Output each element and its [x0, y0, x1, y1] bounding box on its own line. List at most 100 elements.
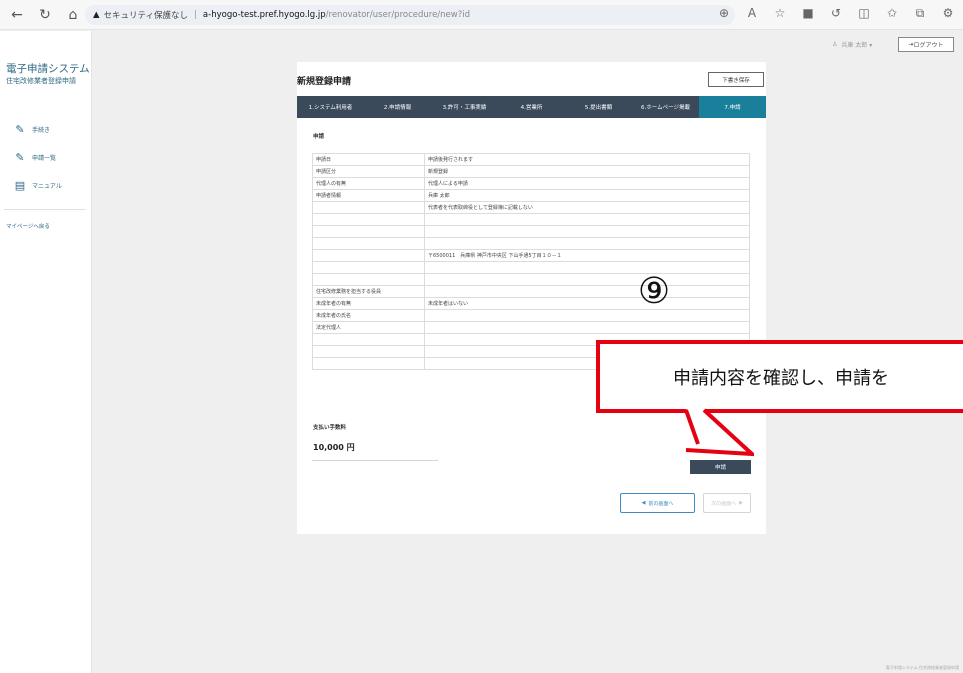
table-row [312, 237, 750, 250]
row-value [424, 273, 750, 286]
extension-icon[interactable]: ■ [801, 6, 815, 21]
table-row: 住宅改修業務を担当する役員 [312, 285, 750, 298]
document-edit-icon: ✎ [15, 123, 25, 136]
sidebar-item-procedure[interactable]: ✎ 手続き [14, 123, 50, 136]
row-label [312, 261, 425, 274]
user-icon: ♙ [832, 41, 838, 48]
row-label [312, 237, 425, 250]
zoom-icon[interactable]: ⊕ [717, 6, 731, 21]
row-value [424, 261, 750, 274]
fee-label: 支払い手数料 [313, 425, 347, 431]
row-label: 法定代理人 [312, 321, 425, 334]
address-bar[interactable]: ▲ セキュリティ保護なし | a-hyogo-test.pref.hyogo.l… [85, 5, 735, 25]
row-label [312, 333, 425, 346]
row-value [424, 213, 750, 226]
table-row: 代理人の有無 代理人による申請 [312, 177, 750, 190]
table-row: 〒6500011 兵庫県 神戸市中央区 下山手通5丁目１０－１ [312, 249, 750, 262]
row-label: 申請日 [312, 153, 425, 166]
browser-icons: ⊕ A ☆ ■ ↺ ◫ ✩ ⧉ ⚙ [717, 6, 955, 21]
row-value: 代表者を代表取締役として登録簿に記載しない [424, 201, 750, 214]
step-tab[interactable]: 2.申請情報 [364, 96, 431, 118]
row-label: 未成年者の氏名 [312, 309, 425, 322]
row-value [424, 309, 750, 322]
row-label [312, 201, 425, 214]
apply-button[interactable]: 申請 [690, 460, 751, 474]
section-label: 申請 [313, 134, 325, 140]
table-row [312, 213, 750, 226]
row-value [424, 225, 750, 238]
row-value: 新規登録 [424, 165, 750, 178]
url-host: a-hyogo-test.pref.hyogo.lg.jp [202, 10, 326, 20]
prev-screen-button[interactable]: ◀ 前の画面へ [620, 493, 695, 513]
sidebar: 電子申請システム 住宅改修業者登録申請 ✎ 手続き ✎ 申請一覧 ▤ マニュアル… [0, 31, 92, 673]
home-icon[interactable]: ⌂ [62, 4, 84, 26]
brand-subtitle: 住宅改修業者登録申請 [6, 77, 76, 85]
split-screen-icon[interactable]: ◫ [857, 6, 871, 21]
row-value [424, 237, 750, 250]
manual-book-icon: ▤ [14, 179, 26, 192]
sidebar-item-application-list[interactable]: ✎ 申請一覧 [14, 151, 56, 164]
list-document-icon: ✎ [15, 151, 25, 164]
collections-icon[interactable]: ⧉ [913, 6, 927, 21]
arrow-right-icon: ▶ [739, 500, 743, 506]
mypage-link[interactable]: マイページへ戻る [6, 222, 50, 230]
annotation-callout: 申請内容を確認し、申請を [596, 340, 963, 413]
sidebar-item-label: 申請一覧 [32, 155, 57, 162]
step-tab[interactable]: 1.システム利用者 [297, 96, 364, 118]
step-tab[interactable]: 6.ホームページ掲載 [632, 96, 699, 118]
row-label: 申請区分 [312, 165, 425, 178]
step-tab[interactable]: 4.営業所 [498, 96, 565, 118]
row-label [312, 345, 425, 358]
next-screen-button[interactable]: 次の画面へ ▶ [703, 493, 751, 513]
row-label: 未成年者の有無 [312, 297, 425, 310]
security-label: セキュリティ保護なし [103, 11, 189, 21]
back-arrow-icon[interactable]: ← [6, 4, 28, 26]
table-row [312, 261, 750, 274]
step-tabs: 1.システム利用者 2.申請情報 3.許可・工事実績 4.営業所 5.提出書類 6.ホーム… [297, 96, 766, 118]
fee-divider [312, 460, 438, 461]
row-value [424, 285, 750, 298]
callout-pointer [682, 408, 754, 457]
warning-icon: ▲ [93, 10, 100, 20]
favorites-icon[interactable]: ✩ [885, 6, 899, 21]
row-value [424, 321, 750, 334]
sidebar-divider [4, 209, 86, 210]
save-draft-button[interactable]: 下書き保存 [708, 72, 764, 87]
reload-icon[interactable]: ↻ [34, 4, 56, 26]
step-tab[interactable]: 7.申請 [699, 96, 766, 118]
sidebar-item-manual[interactable]: ▤ マニュアル [14, 179, 62, 192]
application-panel: 新規登録申請 下書き保存 1.システム利用者 2.申請情報 3.許可・工事実績 4.営… [297, 62, 766, 534]
table-row [312, 225, 750, 238]
step-tab[interactable]: 5.提出書類 [565, 96, 632, 118]
user-menu[interactable]: ♙ 兵庫 太郎 ▾ [832, 40, 872, 49]
row-label [312, 273, 425, 286]
table-row: 申請日 申請後発行されます [312, 153, 750, 166]
refresh-extension-icon[interactable]: ↺ [829, 6, 843, 21]
logout-button[interactable]: ⇥ ログアウト [898, 37, 954, 52]
table-row: 代表者を代表取締役として登録簿に記載しない [312, 201, 750, 214]
row-value: 〒6500011 兵庫県 神戸市中央区 下山手通5丁目１０－１ [424, 249, 750, 262]
table-row [312, 273, 750, 286]
next-screen-label: 次の画面へ [711, 500, 737, 507]
page-title: 新規登録申請 [297, 77, 352, 87]
table-row: 申請区分 新規登録 [312, 165, 750, 178]
logout-label: ログアウト [913, 42, 944, 49]
read-aloud-icon[interactable]: A [745, 6, 759, 21]
application-summary-table: 申請日 申請後発行されます 申請区分 新規登録 代理人の有無 代理人による申請 申請者情報兵… [312, 153, 750, 370]
row-label [312, 249, 425, 262]
arrow-left-icon: ◀ [641, 500, 646, 506]
fee-value: 10,000 円 [313, 443, 355, 452]
row-value: 兵庫 太郎 [424, 189, 750, 202]
browser-toolbar: ← ↻ ⌂ ▲ セキュリティ保護なし | a-hyogo-test.pref.h… [0, 0, 963, 30]
favorite-star-icon[interactable]: ☆ [773, 6, 787, 21]
table-row: 未成年者の有無 未成年者はいない [312, 297, 750, 310]
row-value: 未成年者はいない [424, 297, 750, 310]
sidebar-item-label: マニュアル [32, 183, 62, 190]
profile-extension-icon[interactable]: ⚙ [941, 6, 955, 21]
prev-screen-label: 前の画面へ [648, 500, 674, 507]
step-tab[interactable]: 3.許可・工事実績 [431, 96, 498, 118]
row-label: 代理人の有無 [312, 177, 425, 190]
row-label: 住宅改修業務を担当する役員 [312, 285, 425, 298]
row-label [312, 225, 425, 238]
callout-text: 申請内容を確認し、申請を [673, 367, 889, 389]
